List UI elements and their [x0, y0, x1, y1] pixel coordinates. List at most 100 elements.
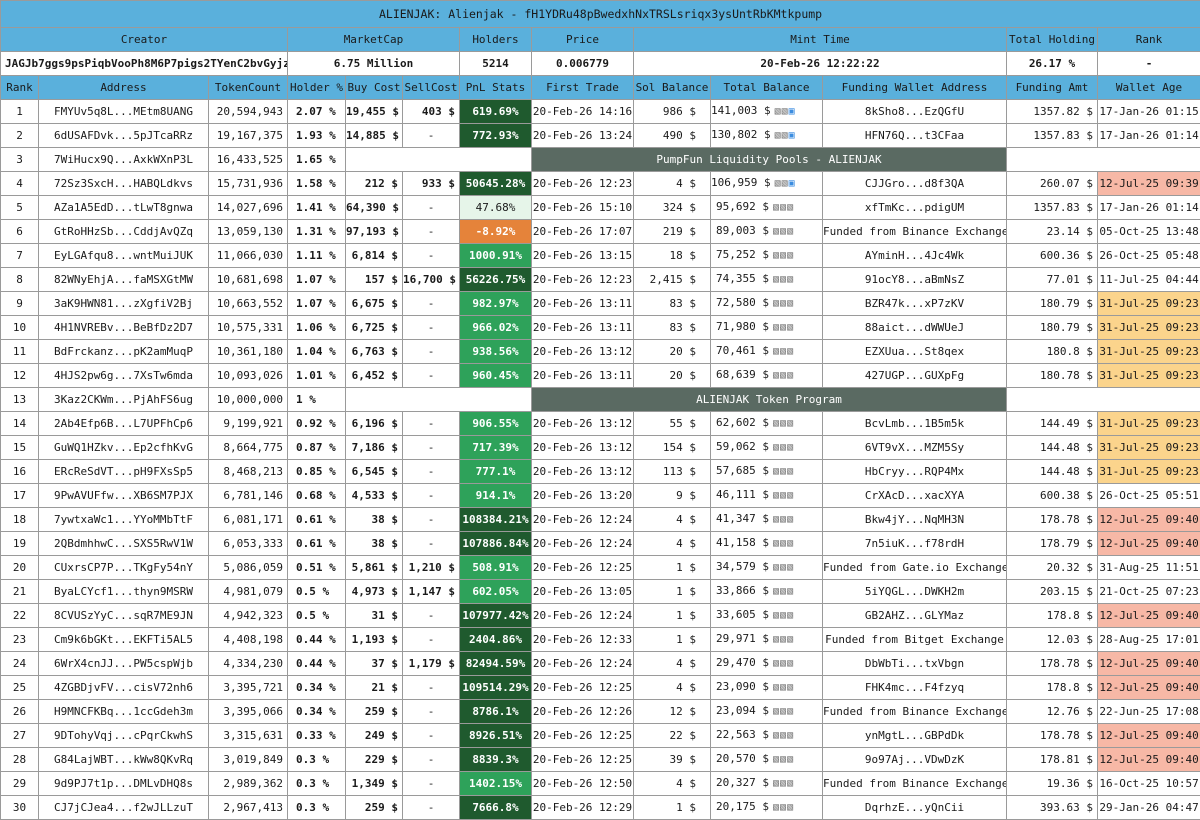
sol-icon[interactable]: ▣ [789, 106, 794, 117]
wallet-address-link[interactable]: BdFrckanz...pK2amMuqP [39, 340, 209, 364]
token-icon[interactable]: ▧ [773, 682, 778, 693]
token-icon[interactable]: ▧ [787, 682, 792, 693]
wallet-address-link[interactable]: 4H1NVREBv...BeBfDz2D7 [39, 316, 209, 340]
funding-wallet-link[interactable]: 5iYQGL...DWKH2m [823, 580, 1007, 604]
col-address-header[interactable]: Address [39, 76, 209, 100]
funding-wallet-link[interactable]: GB2AHZ...GLYMaz [823, 604, 1007, 628]
col-sell-cost-header[interactable]: SellCost [403, 76, 460, 100]
funding-wallet-link[interactable]: 9o97Aj...VDwDzK [823, 748, 1007, 772]
token-icon[interactable]: ▧ [773, 250, 778, 261]
funding-wallet-link[interactable]: BcvLmb...1B5m5k [823, 412, 1007, 436]
token-icon[interactable]: ▧ [780, 778, 785, 789]
funding-wallet-link[interactable]: 91ocY8...aBmNsZ [823, 268, 1007, 292]
token-icon[interactable]: ▧ [773, 610, 778, 621]
col-buy-cost-header[interactable]: Buy Cost [346, 76, 403, 100]
funding-wallet-link[interactable]: DqrhzE...yQnCii [823, 796, 1007, 820]
token-icon[interactable]: ▧ [787, 370, 792, 381]
wallet-address-link[interactable]: GuWQ1HZkv...Ep2cfhKvG [39, 436, 209, 460]
token-icon[interactable]: ▧ [773, 730, 778, 741]
wallet-address-link[interactable]: 3Kaz2CKWm...PjAhFS6ug [39, 388, 209, 412]
token-icon[interactable]: ▧ [787, 754, 792, 765]
token-icon[interactable]: ▧ [773, 802, 778, 813]
funding-wallet-link[interactable]: EZXUua...St8qex [823, 340, 1007, 364]
token-icon[interactable]: ▧ [787, 298, 792, 309]
funding-wallet-link[interactable]: CJJGro...d8f3QA [823, 172, 1007, 196]
col-total-balance-header[interactable]: Total Balance [711, 76, 823, 100]
token-icon[interactable]: ▧ [787, 706, 792, 717]
token-icon[interactable]: ▧ [780, 418, 785, 429]
token-icon[interactable]: ▧ [787, 778, 792, 789]
wallet-address-link[interactable]: 72Sz3SxcH...HABQLdkvs [39, 172, 209, 196]
token-icon[interactable]: ▧ [773, 202, 778, 213]
token-icon[interactable]: ▧ [773, 490, 778, 501]
funding-wallet-link[interactable]: 8kSho8...EzQGfU [823, 100, 1007, 124]
token-icon[interactable]: ▧ [787, 562, 792, 573]
token-icon[interactable]: ▧ [782, 178, 787, 189]
token-icon[interactable]: ▧ [787, 634, 792, 645]
funding-wallet-link[interactable]: FHK4mc...F4fzyq [823, 676, 1007, 700]
token-icon[interactable]: ▧ [780, 562, 785, 573]
token-icon[interactable]: ▧ [787, 346, 792, 357]
token-icon[interactable]: ▧ [773, 586, 778, 597]
token-icon[interactable]: ▧ [780, 490, 785, 501]
funding-wallet-link[interactable]: 6VT9vX...MZM5Sy [823, 436, 1007, 460]
wallet-address-link[interactable]: 9PwAVUFfw...XB6SM7PJX [39, 484, 209, 508]
token-icon[interactable]: ▧ [780, 346, 785, 357]
col-pnl-stats-header[interactable]: PnL Stats [460, 76, 532, 100]
token-icon[interactable]: ▧ [773, 778, 778, 789]
token-icon[interactable]: ▧ [773, 298, 778, 309]
funding-wallet-link[interactable]: Funded from Binance Exchange [823, 220, 1007, 244]
wallet-address-link[interactable]: 8CVUSzYyC...sqR7ME9JN [39, 604, 209, 628]
funding-wallet-link[interactable]: CrXAcD...xacXYA [823, 484, 1007, 508]
funding-wallet-link[interactable]: DbWbTi...txVbgn [823, 652, 1007, 676]
funding-wallet-link[interactable]: xfTmKc...pdigUM [823, 196, 1007, 220]
wallet-address-link[interactable]: 6WrX4cnJJ...PW5cspWjb [39, 652, 209, 676]
token-icon[interactable]: ▧ [787, 250, 792, 261]
token-icon[interactable]: ▧ [780, 370, 785, 381]
token-icon[interactable]: ▧ [780, 298, 785, 309]
token-icon[interactable]: ▧ [773, 562, 778, 573]
token-icon[interactable]: ▧ [780, 322, 785, 333]
funding-wallet-link[interactable]: 88aict...dWWUeJ [823, 316, 1007, 340]
wallet-address-link[interactable]: H9MNCFKBq...1ccGdeh3m [39, 700, 209, 724]
token-icon[interactable]: ▧ [787, 586, 792, 597]
wallet-address-link[interactable]: FMYUv5q8L...MEtm8UANG [39, 100, 209, 124]
token-icon[interactable]: ▧ [780, 226, 785, 237]
token-icon[interactable]: ▧ [787, 730, 792, 741]
token-icon[interactable]: ▧ [780, 730, 785, 741]
token-icon[interactable]: ▧ [787, 322, 792, 333]
token-icon[interactable]: ▧ [780, 274, 785, 285]
creator-address[interactable]: JAGJb7ggs9psPiqbVooPh8M6P7pigs2TYenC2bvG… [1, 52, 288, 76]
funding-wallet-link[interactable]: 427UGP...GUXpFg [823, 364, 1007, 388]
token-icon[interactable]: ▧ [780, 634, 785, 645]
token-icon[interactable]: ▧ [787, 610, 792, 621]
token-icon[interactable]: ▧ [787, 202, 792, 213]
token-icon[interactable]: ▧ [787, 514, 792, 525]
token-icon[interactable]: ▧ [782, 106, 787, 117]
token-icon[interactable]: ▧ [780, 706, 785, 717]
token-icon[interactable]: ▧ [773, 418, 778, 429]
wallet-address-link[interactable]: 7WiHucx9Q...AxkWXnP3L [39, 148, 209, 172]
col-first-trade-header[interactable]: First Trade [532, 76, 634, 100]
wallet-address-link[interactable]: ERcReSdVT...pH9FXsSp5 [39, 460, 209, 484]
wallet-address-link[interactable]: GtRoHHzSb...CddjAvQZq [39, 220, 209, 244]
token-icon[interactable]: ▧ [773, 322, 778, 333]
token-icon[interactable]: ▧ [780, 658, 785, 669]
token-icon[interactable]: ▧ [773, 346, 778, 357]
col-holder-pct-header[interactable]: Holder % [288, 76, 346, 100]
wallet-address-link[interactable]: G84LajWBT...kWw8QKvRq [39, 748, 209, 772]
token-icon[interactable]: ▧ [780, 586, 785, 597]
col-rank-header[interactable]: Rank [1, 76, 39, 100]
funding-wallet-link[interactable]: Funded from Binance Exchange [823, 700, 1007, 724]
token-icon[interactable]: ▧ [773, 466, 778, 477]
wallet-address-link[interactable]: 3aK9HWN81...zXgfiV2Bj [39, 292, 209, 316]
col-funding-wallet-header[interactable]: Funding Wallet Address [823, 76, 1007, 100]
token-icon[interactable]: ▧ [773, 442, 778, 453]
col-tokencount-header[interactable]: TokenCount [209, 76, 288, 100]
wallet-address-link[interactable]: 4ZGBDjvFV...cisV72nh6 [39, 676, 209, 700]
col-funding-amt-header[interactable]: Funding Amt [1007, 76, 1098, 100]
wallet-address-link[interactable]: Cm9k6bGKt...EKFTi5AL5 [39, 628, 209, 652]
funding-wallet-link[interactable]: ynMgtL...GBPdDk [823, 724, 1007, 748]
token-icon[interactable]: ▧ [775, 106, 780, 117]
token-icon[interactable]: ▧ [782, 130, 787, 141]
